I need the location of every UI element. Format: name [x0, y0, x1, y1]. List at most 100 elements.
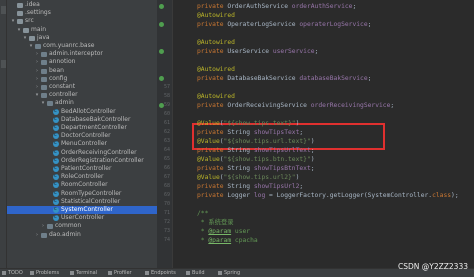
tree-item[interactable]: RoomTypeController — [7, 189, 157, 198]
tree-item[interactable]: DoctorController — [7, 131, 157, 140]
tool-tab[interactable]: Terminal — [70, 270, 97, 277]
expand-arrow-icon[interactable]: ▾ — [10, 17, 16, 25]
tool-tab[interactable]: Spring — [218, 270, 240, 277]
expand-arrow-icon[interactable]: › — [34, 75, 40, 83]
tree-item[interactable]: ▾ main — [7, 26, 157, 34]
tree-item[interactable]: › common — [7, 222, 157, 230]
tree-item[interactable]: PatientController — [7, 164, 157, 173]
expand-arrow-icon[interactable]: ▾ — [34, 91, 40, 99]
tree-item[interactable]: › admin.interceptor — [7, 50, 157, 58]
tree-item[interactable]: MenuController — [7, 139, 157, 148]
code-line[interactable]: private String showTipsUrlText; — [197, 146, 315, 155]
bean-icon[interactable] — [159, 4, 164, 9]
code-token: @Value — [197, 156, 220, 163]
tree-item[interactable]: › dao.admin — [7, 231, 157, 239]
code-line[interactable]: @Value("${show.tips.url.text}") — [197, 137, 315, 146]
expand-arrow-icon[interactable]: › — [34, 231, 40, 239]
tree-item[interactable]: RoleController — [7, 172, 157, 181]
tree-item[interactable]: StatisticalController — [7, 197, 157, 206]
expand-arrow-icon[interactable]: ▾ — [40, 99, 46, 107]
class-icon — [53, 197, 59, 205]
code-line[interactable]: /** — [197, 209, 208, 218]
code-line[interactable]: private String showTipsUrl2; — [197, 182, 303, 191]
tree-item[interactable]: .settings — [7, 9, 157, 17]
code-line[interactable]: @Autowired — [197, 11, 235, 20]
code-line[interactable]: private String showTipsBtnText; — [197, 164, 315, 173]
code-line[interactable]: private DatabaseBakService databaseBakSe… — [197, 74, 371, 83]
bean-icon[interactable] — [159, 103, 164, 108]
tool-tab[interactable]: Problems — [30, 270, 59, 277]
tree-item[interactable]: OrderRegistrationController — [7, 156, 157, 165]
tree-item[interactable]: OrderReceivingController — [7, 148, 157, 157]
tree-item[interactable]: SystemController — [7, 205, 157, 214]
expand-arrow-icon[interactable]: › — [34, 58, 40, 66]
tool-tab[interactable]: Build — [186, 270, 205, 277]
bean-icon[interactable] — [159, 49, 164, 54]
code-token: ) — [295, 120, 300, 127]
code-line[interactable]: @Autowired — [197, 65, 235, 74]
tree-item[interactable]: › annotion — [7, 58, 157, 66]
tree-item[interactable]: ▾ src — [7, 17, 157, 25]
tree-item[interactable]: DatabaseBakController — [7, 115, 157, 124]
tree-item[interactable]: ▾ admin — [7, 99, 157, 107]
expand-arrow-icon[interactable]: › — [40, 222, 46, 230]
expand-arrow-icon[interactable]: ▾ — [16, 26, 22, 34]
code-line[interactable]: private Logger log = LoggerFactory.getLo… — [197, 191, 459, 200]
code-line[interactable]: @Value("${show.tips.btn.text}") — [197, 155, 315, 164]
structure-tool-button[interactable] — [1, 60, 6, 68]
tool-tab-icon — [30, 270, 34, 275]
line-number: 58 — [163, 93, 170, 99]
tree-item[interactable]: RoomController — [7, 180, 157, 189]
code-line[interactable]: private OrderReceivingService orderRecei… — [197, 101, 394, 110]
code-line[interactable]: private OrderAuthService orderAuthServic… — [197, 2, 356, 11]
project-tool-button[interactable] — [1, 6, 6, 14]
expand-arrow-icon[interactable]: ▾ — [22, 34, 28, 42]
code-line[interactable]: * @param user — [197, 227, 250, 236]
tree-item[interactable]: ▾ controller — [7, 91, 157, 99]
tree-item-label: java — [37, 33, 50, 41]
tree-item[interactable]: .idea — [7, 1, 157, 9]
code-token: private — [197, 3, 228, 10]
expand-arrow-icon[interactable]: ▾ — [28, 42, 34, 50]
project-tree-panel[interactable]: .idea .settings ▾ src ▾ main ▾ java ▾ com.yuanrc.… — [7, 0, 157, 268]
tree-item[interactable]: UserController — [7, 213, 157, 222]
code-token: "${show.tips.text}" — [223, 120, 296, 127]
tree-item[interactable]: › config — [7, 75, 157, 83]
tree-item[interactable]: › constant — [7, 83, 157, 91]
tree-item[interactable]: DepartmentController — [7, 123, 157, 132]
code-line[interactable]: * @param cpacha — [197, 236, 258, 245]
code-line[interactable]: @Value("${show.tips.text}") — [197, 119, 299, 128]
tree-item-label: RoomController — [61, 181, 108, 189]
code-line[interactable]: private String showTipsText; — [197, 128, 303, 137]
tree-item-label: common — [55, 222, 82, 230]
code-token: String — [227, 165, 254, 172]
tree-item[interactable]: BedAllotController — [7, 107, 157, 116]
bean-icon[interactable] — [159, 76, 164, 81]
code-line[interactable]: private OperaterLogService operaterLogSe… — [197, 20, 371, 29]
expand-arrow-icon[interactable]: › — [34, 83, 40, 91]
code-token: "${show.tips.url.text}" — [223, 138, 311, 145]
code-token: ; — [390, 102, 395, 109]
code-line[interactable]: @Autowired — [197, 92, 235, 101]
tree-item[interactable]: ▾ com.yuanrc.base — [7, 42, 157, 50]
code-token: private — [197, 192, 228, 199]
code-editor[interactable]: private OrderAuthService orderAuthServic… — [173, 0, 474, 268]
tree-item[interactable]: ▾ java — [7, 34, 157, 42]
package-icon — [47, 101, 53, 107]
class-icon — [53, 164, 59, 172]
tool-tab[interactable]: Profiler — [108, 270, 132, 277]
bean-icon[interactable] — [159, 22, 164, 27]
code-line[interactable]: @Autowired — [197, 38, 235, 47]
code-line[interactable]: private UserService userService; — [197, 47, 318, 56]
tool-tab[interactable]: Endpoints — [145, 270, 176, 277]
expand-arrow-icon[interactable]: › — [34, 67, 40, 75]
code-token: private — [197, 129, 228, 136]
code-line[interactable]: @Value("${show.tips.url2}") — [197, 173, 299, 182]
expand-arrow-icon[interactable]: › — [34, 50, 40, 58]
tree-item[interactable]: › bean — [7, 67, 157, 75]
code-line[interactable]: * 系统登录 — [197, 218, 234, 227]
code-token: @param — [208, 237, 232, 244]
tool-window-strip[interactable] — [0, 0, 7, 268]
tree-item-label: SystemController — [61, 206, 113, 213]
tool-tab[interactable]: TODO — [2, 270, 23, 277]
